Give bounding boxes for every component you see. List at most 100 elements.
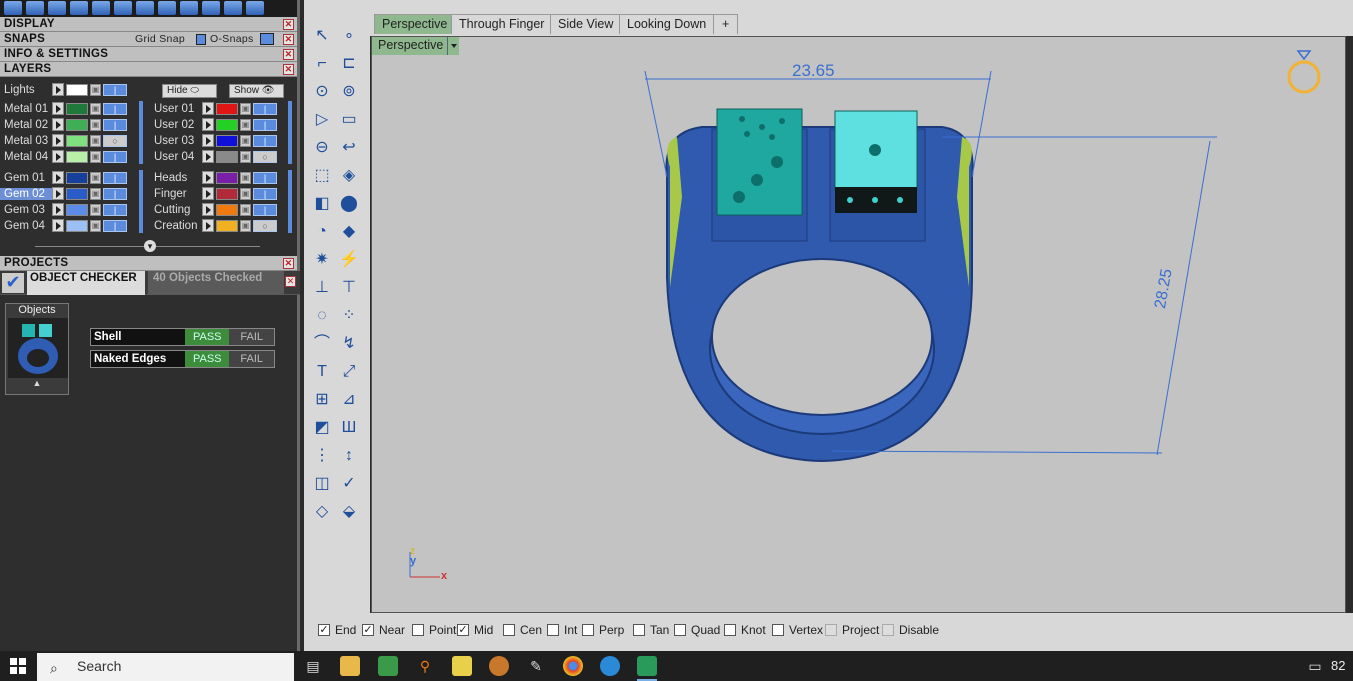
- layer-color[interactable]: [66, 219, 88, 232]
- visibility-toggle[interactable]: |: [103, 118, 127, 131]
- osnap-end[interactable]: ✓ End: [318, 623, 356, 637]
- toolbar-icon[interactable]: [4, 1, 22, 15]
- layer-color[interactable]: [66, 150, 88, 163]
- layer-row[interactable]: Metal 03 ▣ ○: [0, 133, 127, 148]
- edge-icon[interactable]: [600, 656, 620, 676]
- tool-icon[interactable]: ⬤: [338, 193, 360, 215]
- chevron-down-icon[interactable]: ▾: [144, 240, 156, 252]
- checkmark-icon[interactable]: ✔: [2, 273, 24, 293]
- tool-icon[interactable]: ⊙: [311, 81, 333, 103]
- display-icon[interactable]: ▭: [1305, 656, 1325, 676]
- osnap-disable[interactable]: Disable: [882, 623, 939, 637]
- projects-header[interactable]: PROJECTS ✕: [0, 256, 297, 271]
- layers-header[interactable]: LAYERS ✕: [0, 62, 297, 77]
- toolbar-icon[interactable]: [26, 1, 44, 15]
- layer-row[interactable]: Creation ▣ ○: [150, 218, 277, 233]
- expand-icon[interactable]: [202, 171, 214, 184]
- lock-icon[interactable]: ▣: [240, 150, 251, 163]
- tab-side-view[interactable]: Side View: [550, 14, 622, 34]
- toolbar-icon[interactable]: [246, 1, 264, 15]
- lock-icon[interactable]: ▣: [90, 83, 101, 96]
- visibility-toggle[interactable]: ○: [253, 150, 277, 163]
- visibility-toggle[interactable]: |: [103, 150, 127, 163]
- layer-row-lights[interactable]: Lights ▣ |: [0, 82, 127, 97]
- close-icon[interactable]: ✕: [283, 49, 294, 60]
- osnap-knot[interactable]: Knot: [724, 623, 766, 637]
- chrome-icon[interactable]: [563, 656, 583, 676]
- lock-icon[interactable]: ▣: [90, 187, 101, 200]
- osnap-checkbox[interactable]: [547, 624, 559, 636]
- layer-color[interactable]: [66, 203, 88, 216]
- osnap-cen[interactable]: Cen: [503, 623, 542, 637]
- app-icon[interactable]: [378, 656, 398, 676]
- osnap-checkbox[interactable]: [825, 624, 837, 636]
- close-icon[interactable]: ✕: [285, 276, 296, 287]
- tab-looking-down[interactable]: Looking Down: [619, 14, 715, 34]
- tool-icon[interactable]: ▭: [338, 109, 360, 131]
- expand-icon[interactable]: [52, 118, 64, 131]
- layer-row[interactable]: Heads ▣ |: [150, 170, 277, 185]
- layer-color[interactable]: [66, 102, 88, 115]
- expand-icon[interactable]: [202, 134, 214, 147]
- display-header[interactable]: DISPLAY ✕: [0, 17, 297, 32]
- lock-icon[interactable]: ▣: [90, 134, 101, 147]
- paint-icon[interactable]: ✎: [526, 656, 546, 676]
- expand-icon[interactable]: [202, 203, 214, 216]
- layer-color[interactable]: [66, 187, 88, 200]
- windows-start-icon[interactable]: [10, 658, 26, 674]
- task-view-icon[interactable]: ▤: [303, 656, 323, 676]
- toolbar-icon[interactable]: [92, 1, 110, 15]
- visibility-toggle[interactable]: |: [103, 171, 127, 184]
- lock-icon[interactable]: ▣: [90, 150, 101, 163]
- layer-color[interactable]: [216, 203, 238, 216]
- osnap-checkbox[interactable]: ✓: [362, 624, 374, 636]
- lock-icon[interactable]: ▣: [240, 102, 251, 115]
- toolbar-icon[interactable]: [202, 1, 220, 15]
- expand-icon[interactable]: [202, 102, 214, 115]
- tool-icon[interactable]: ◈: [338, 165, 360, 187]
- matrix-app-icon[interactable]: [637, 656, 657, 676]
- info-header[interactable]: INFO & SETTINGS ✕: [0, 47, 297, 62]
- lock-icon[interactable]: ▣: [240, 134, 251, 147]
- tool-icon[interactable]: ⊞: [311, 389, 333, 411]
- close-icon[interactable]: ✕: [283, 64, 294, 75]
- tool-icon[interactable]: ✷: [311, 249, 333, 271]
- visibility-toggle[interactable]: |: [253, 102, 277, 115]
- osnap-checkbox[interactable]: [882, 624, 894, 636]
- tool-icon[interactable]: ◔: [311, 221, 333, 243]
- osnap-near[interactable]: ✓ Near: [362, 623, 405, 637]
- lock-icon[interactable]: ▣: [90, 171, 101, 184]
- layer-row[interactable]: Gem 02 ▣ |: [0, 186, 127, 201]
- toolbar-icon[interactable]: [180, 1, 198, 15]
- lock-icon[interactable]: ▣: [240, 203, 251, 216]
- osnap-checkbox[interactable]: [503, 624, 515, 636]
- lock-icon[interactable]: ▣: [240, 171, 251, 184]
- layer-row[interactable]: User 03 ▣ |: [150, 133, 277, 148]
- tool-icon[interactable]: ◇: [311, 501, 333, 523]
- osnap-quad[interactable]: Quad: [674, 623, 720, 637]
- layer-row[interactable]: User 01 ▣ |: [150, 101, 277, 116]
- tool-icon[interactable]: ⤢: [338, 361, 360, 383]
- tool-icon[interactable]: ⁘: [338, 305, 360, 327]
- toolbar-icon[interactable]: [48, 1, 66, 15]
- visibility-toggle[interactable]: |: [253, 171, 277, 184]
- layer-row[interactable]: Metal 01 ▣ |: [0, 101, 127, 116]
- ring-gizmo-icon[interactable]: [1287, 60, 1321, 94]
- toolbar-icon[interactable]: [224, 1, 242, 15]
- layers-scrollbar[interactable]: [139, 170, 143, 233]
- lock-icon[interactable]: ▣: [240, 187, 251, 200]
- osnap-checkbox[interactable]: [412, 624, 424, 636]
- layers-scrollbar[interactable]: [288, 170, 292, 233]
- diamond-icon[interactable]: [1296, 50, 1312, 61]
- chevron-up-icon[interactable]: ▲: [6, 378, 68, 388]
- visibility-toggle[interactable]: |: [253, 118, 277, 131]
- tool-icon[interactable]: ⬙: [338, 501, 360, 523]
- expand-icon[interactable]: [52, 187, 64, 200]
- osnap-tan[interactable]: Tan: [633, 623, 669, 637]
- layer-row[interactable]: Metal 02 ▣ |: [0, 117, 127, 132]
- lock-icon[interactable]: ▣: [240, 118, 251, 131]
- visibility-toggle[interactable]: |: [103, 203, 127, 216]
- tool-icon[interactable]: ↕: [338, 445, 360, 467]
- tool-icon[interactable]: ◫: [311, 473, 333, 495]
- lock-icon[interactable]: ▣: [90, 219, 101, 232]
